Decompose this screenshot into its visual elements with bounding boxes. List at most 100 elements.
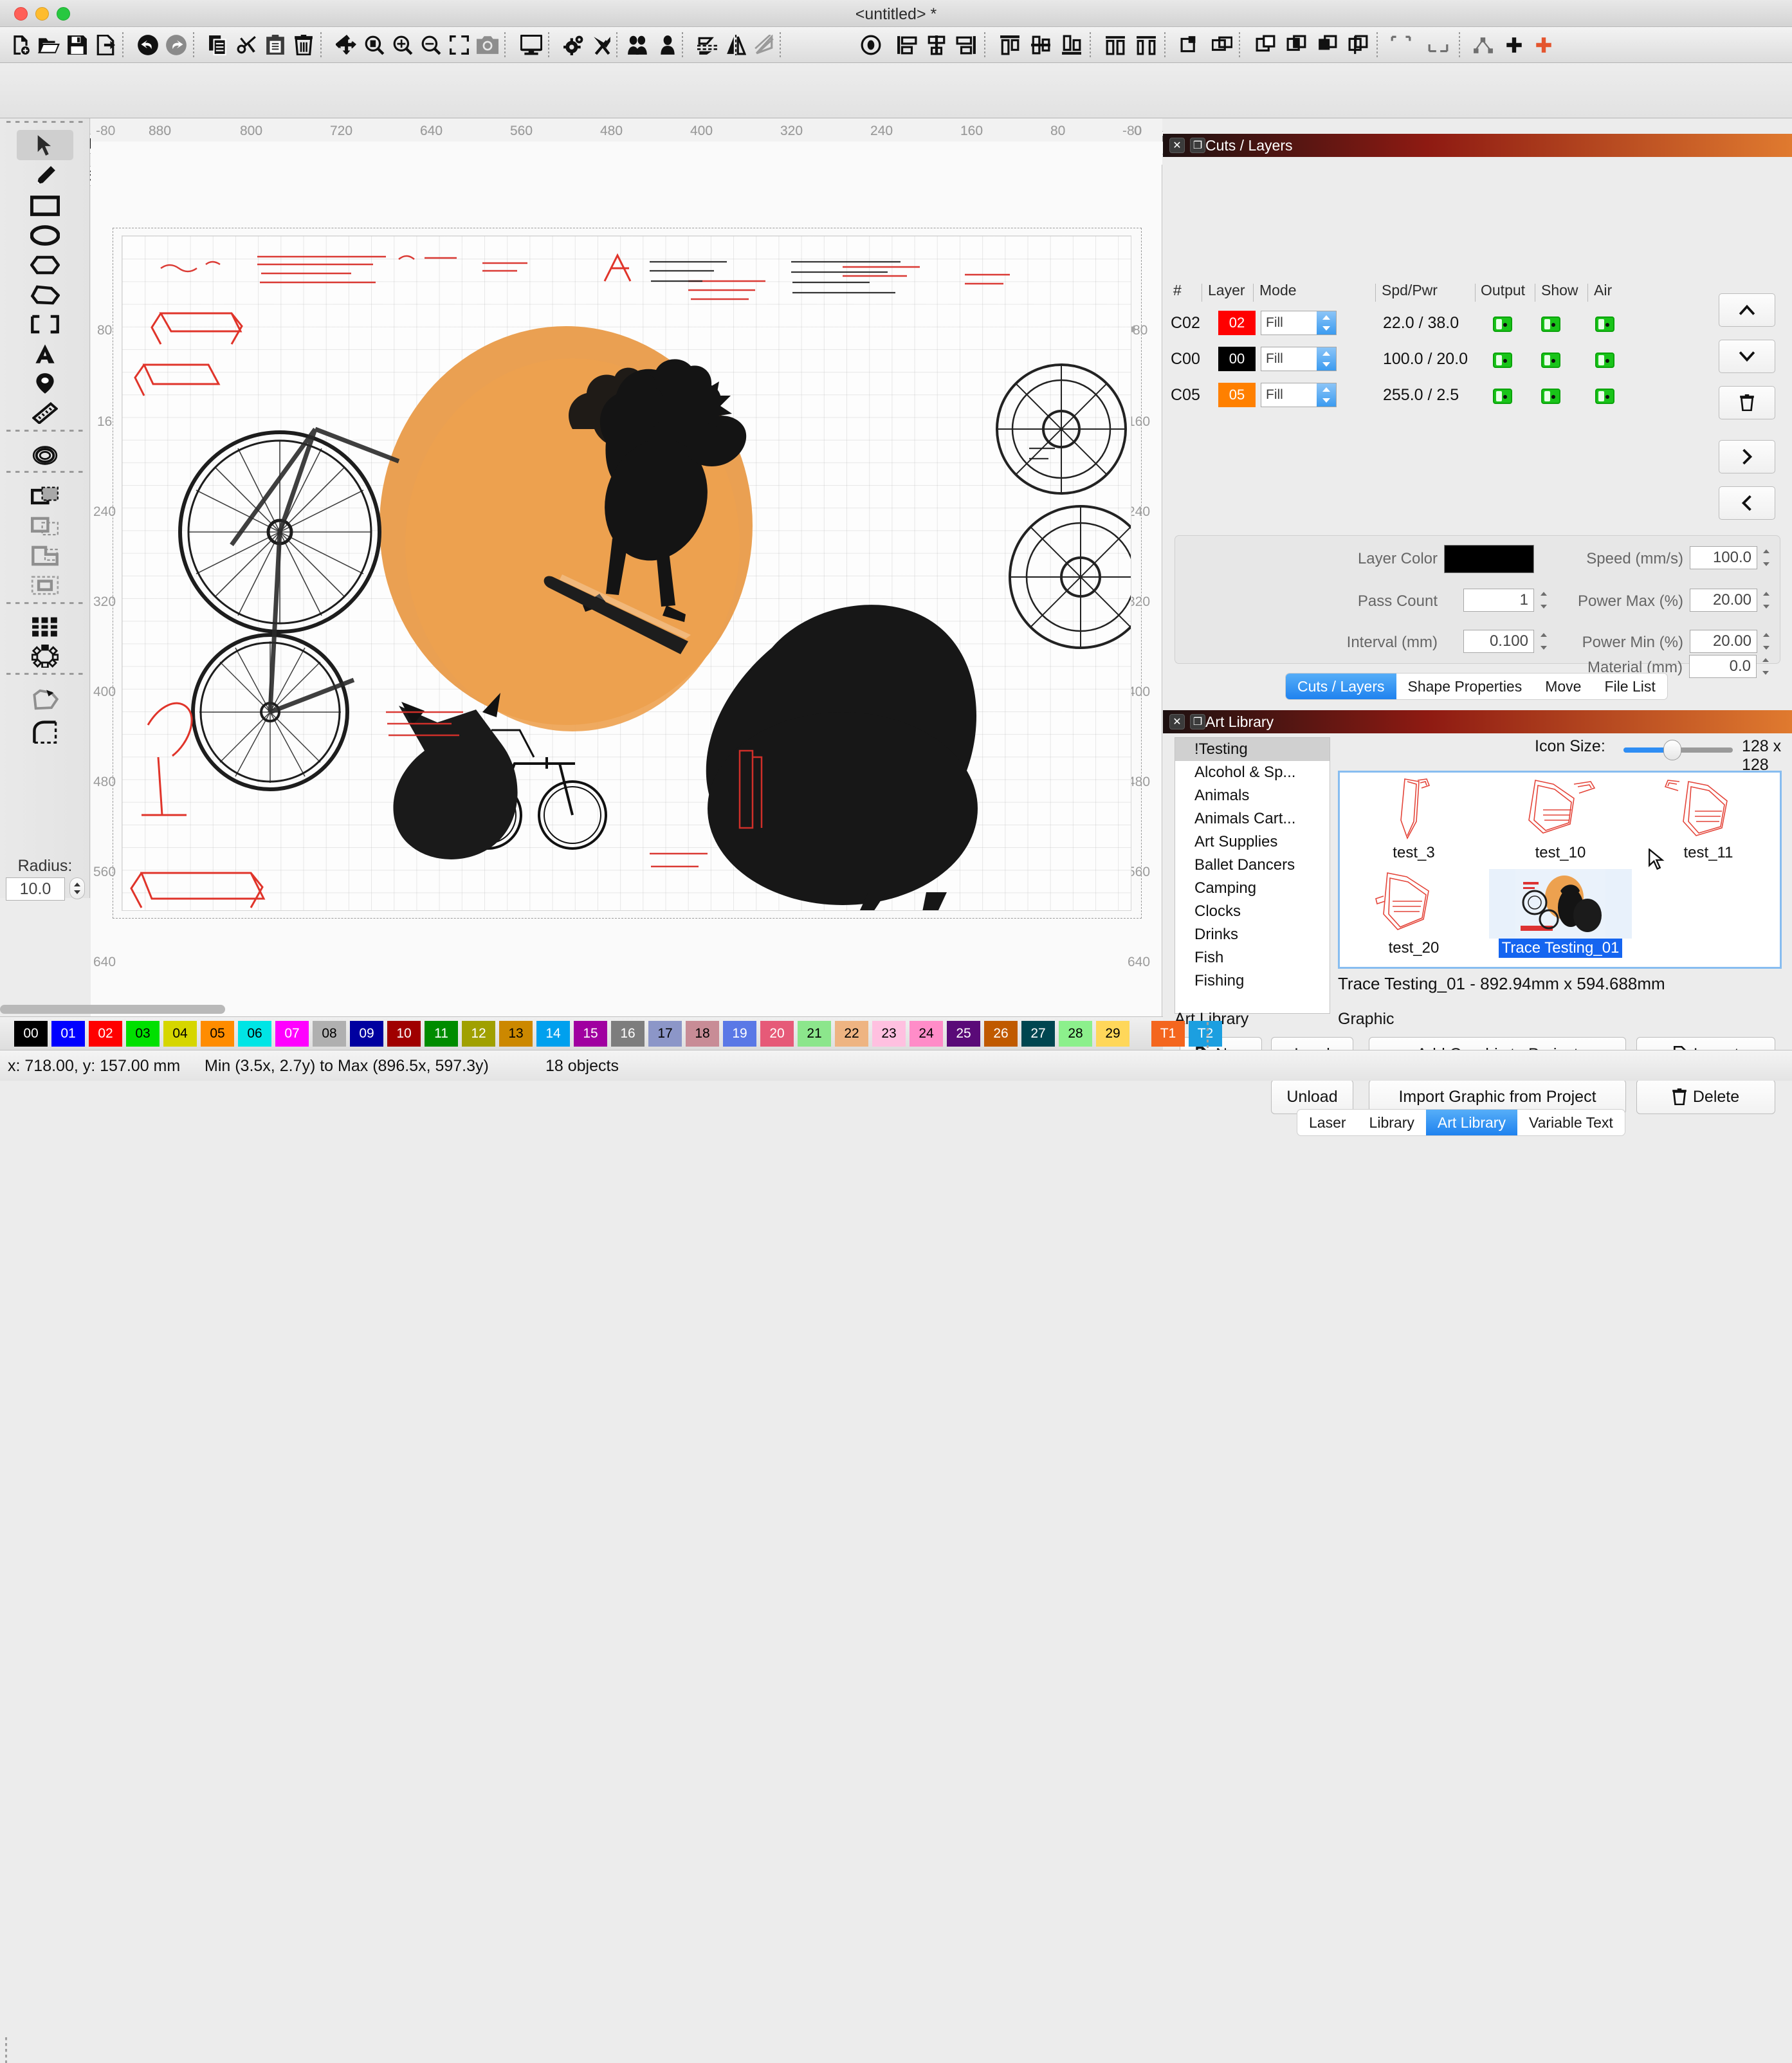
- list-item[interactable]: test_3: [1342, 774, 1485, 870]
- cross-icon[interactable]: [1531, 32, 1557, 58]
- measure-tool[interactable]: [17, 398, 73, 428]
- output-toggle[interactable]: [1493, 316, 1512, 332]
- palette-swatch[interactable]: 04: [163, 1021, 197, 1047]
- paste-icon[interactable]: [262, 32, 288, 58]
- offset-shapes-tool[interactable]: [17, 440, 73, 470]
- speed-stepper[interactable]: [1760, 547, 1773, 568]
- polygon-tool[interactable]: [17, 250, 73, 280]
- palette-swatch[interactable]: 13: [499, 1021, 533, 1047]
- icon-size-slider-handle[interactable]: [1663, 740, 1681, 760]
- align-left-icon[interactable]: [894, 32, 920, 58]
- air-toggle[interactable]: [1595, 353, 1614, 368]
- tab-cuts-layers[interactable]: Cuts / Layers: [1286, 674, 1396, 699]
- show-toggle[interactable]: [1541, 389, 1560, 404]
- speed-input[interactable]: 100.0: [1690, 546, 1757, 569]
- tab-file-list[interactable]: File List: [1593, 674, 1667, 699]
- canvas-horizontal-scrollbar[interactable]: [0, 1005, 225, 1014]
- palette-swatch[interactable]: 14: [536, 1021, 570, 1047]
- cut-mode-select[interactable]: Fill: [1261, 347, 1337, 371]
- move-layer-up-button[interactable]: [1719, 293, 1775, 327]
- palette-swatch[interactable]: 29: [1096, 1021, 1129, 1047]
- art-category-item[interactable]: Camping: [1175, 877, 1330, 900]
- screen-icon[interactable]: [518, 32, 544, 58]
- boolean-union-tool[interactable]: [17, 481, 73, 511]
- tab-variable-text[interactable]: Variable Text: [1517, 1110, 1625, 1135]
- cut-mode-chevron-icon[interactable]: [1317, 311, 1336, 335]
- intersect-icon[interactable]: [1284, 32, 1310, 58]
- palette-swatch[interactable]: 07: [275, 1021, 309, 1047]
- circular-array-tool[interactable]: [17, 641, 73, 671]
- ungroup-icon[interactable]: [655, 32, 681, 58]
- align-bottom-icon[interactable]: [1059, 32, 1084, 58]
- air-toggle[interactable]: [1595, 316, 1614, 332]
- art-panel-close-icon[interactable]: ✕: [1169, 714, 1185, 729]
- mask-tool[interactable]: [17, 309, 73, 339]
- offset-corner-icon[interactable]: [1388, 32, 1414, 58]
- palette-tool-swatch[interactable]: T1: [1151, 1021, 1185, 1047]
- palette-swatch[interactable]: 27: [1021, 1021, 1055, 1047]
- list-item[interactable]: test_20: [1342, 869, 1485, 966]
- node-edit-tool[interactable]: [17, 684, 73, 715]
- layer-chip[interactable]: 05: [1218, 383, 1256, 407]
- design-artboard[interactable]: [122, 235, 1131, 911]
- undo-icon[interactable]: [135, 32, 161, 58]
- palette-swatch[interactable]: 24: [910, 1021, 943, 1047]
- move-layer-right-button[interactable]: [1719, 440, 1775, 473]
- align-center-h-icon[interactable]: [924, 32, 949, 58]
- art-category-item[interactable]: Animals: [1175, 784, 1330, 807]
- group-icon[interactable]: [625, 32, 651, 58]
- palette-swatch[interactable]: 11: [425, 1021, 458, 1047]
- frame-selection-icon[interactable]: [446, 32, 472, 58]
- boolean-icon[interactable]: [1178, 32, 1204, 58]
- move-layer-down-button[interactable]: [1719, 340, 1775, 373]
- array-grid-tool[interactable]: [17, 611, 73, 641]
- art-panel-float-icon[interactable]: ❐: [1190, 714, 1205, 729]
- center-origin-icon[interactable]: [858, 32, 884, 58]
- palette-swatch[interactable]: 00: [14, 1021, 48, 1047]
- art-category-item[interactable]: Alcohol & Sp...: [1175, 761, 1330, 784]
- palette-swatch[interactable]: 25: [947, 1021, 980, 1047]
- material-input[interactable]: 0.0: [1689, 655, 1757, 678]
- palette-swatch[interactable]: 15: [574, 1021, 607, 1047]
- art-category-item[interactable]: Fish: [1175, 946, 1330, 969]
- palette-swatch[interactable]: 17: [648, 1021, 682, 1047]
- show-toggle[interactable]: [1541, 353, 1560, 368]
- palette-swatch[interactable]: 01: [51, 1021, 85, 1047]
- export-file-icon[interactable]: [93, 32, 118, 58]
- align-right-icon[interactable]: [953, 32, 979, 58]
- distribute-h-icon[interactable]: [1102, 32, 1128, 58]
- material-stepper[interactable]: [1760, 656, 1773, 677]
- radius-input[interactable]: 10.0: [6, 877, 65, 901]
- node-edit-icon[interactable]: [1470, 32, 1496, 58]
- palette-swatch[interactable]: 21: [798, 1021, 831, 1047]
- art-category-item[interactable]: Drinks: [1175, 923, 1330, 946]
- output-toggle[interactable]: [1493, 353, 1512, 368]
- distribute-v-icon[interactable]: [1133, 32, 1159, 58]
- new-file-icon[interactable]: [8, 32, 33, 58]
- shape-tool[interactable]: [17, 279, 73, 309]
- icon-size-slider[interactable]: [1623, 747, 1733, 753]
- tab-move[interactable]: Move: [1533, 674, 1593, 699]
- cut-mode-chevron-icon[interactable]: [1317, 347, 1336, 371]
- tab-art-library[interactable]: Art Library: [1426, 1110, 1517, 1135]
- interval-input[interactable]: 0.100: [1463, 630, 1534, 653]
- redo-icon[interactable]: [163, 32, 189, 58]
- shear-icon[interactable]: [751, 32, 777, 58]
- offset-inner-icon[interactable]: [1425, 32, 1451, 58]
- power-max-input[interactable]: 20.00: [1690, 589, 1757, 612]
- camera-icon[interactable]: [475, 32, 500, 58]
- art-category-item[interactable]: Ballet Dancers: [1175, 854, 1330, 877]
- art-library-category-list[interactable]: !Testing Alcohol & Sp... Animals Animals…: [1175, 737, 1330, 1014]
- copy-icon[interactable]: [206, 32, 232, 58]
- boolean-intersect-tool[interactable]: [17, 540, 73, 571]
- power-max-stepper[interactable]: [1760, 590, 1773, 610]
- ellipse-tool[interactable]: [17, 220, 73, 250]
- tab-shape-properties[interactable]: Shape Properties: [1396, 674, 1534, 699]
- art-library-grid[interactable]: test_3 test_10 test_11 test_20 Trace Te: [1338, 771, 1782, 969]
- palette-swatch[interactable]: 28: [1059, 1021, 1092, 1047]
- canvas-area[interactable]: -80 880 800 720 640 560 480 400 320 240 …: [91, 118, 1162, 1016]
- weld-icon[interactable]: [1209, 32, 1235, 58]
- palette-swatch[interactable]: 06: [238, 1021, 271, 1047]
- boolean-subtract-tool[interactable]: [17, 511, 73, 541]
- art-category-item[interactable]: Fishing: [1175, 969, 1330, 993]
